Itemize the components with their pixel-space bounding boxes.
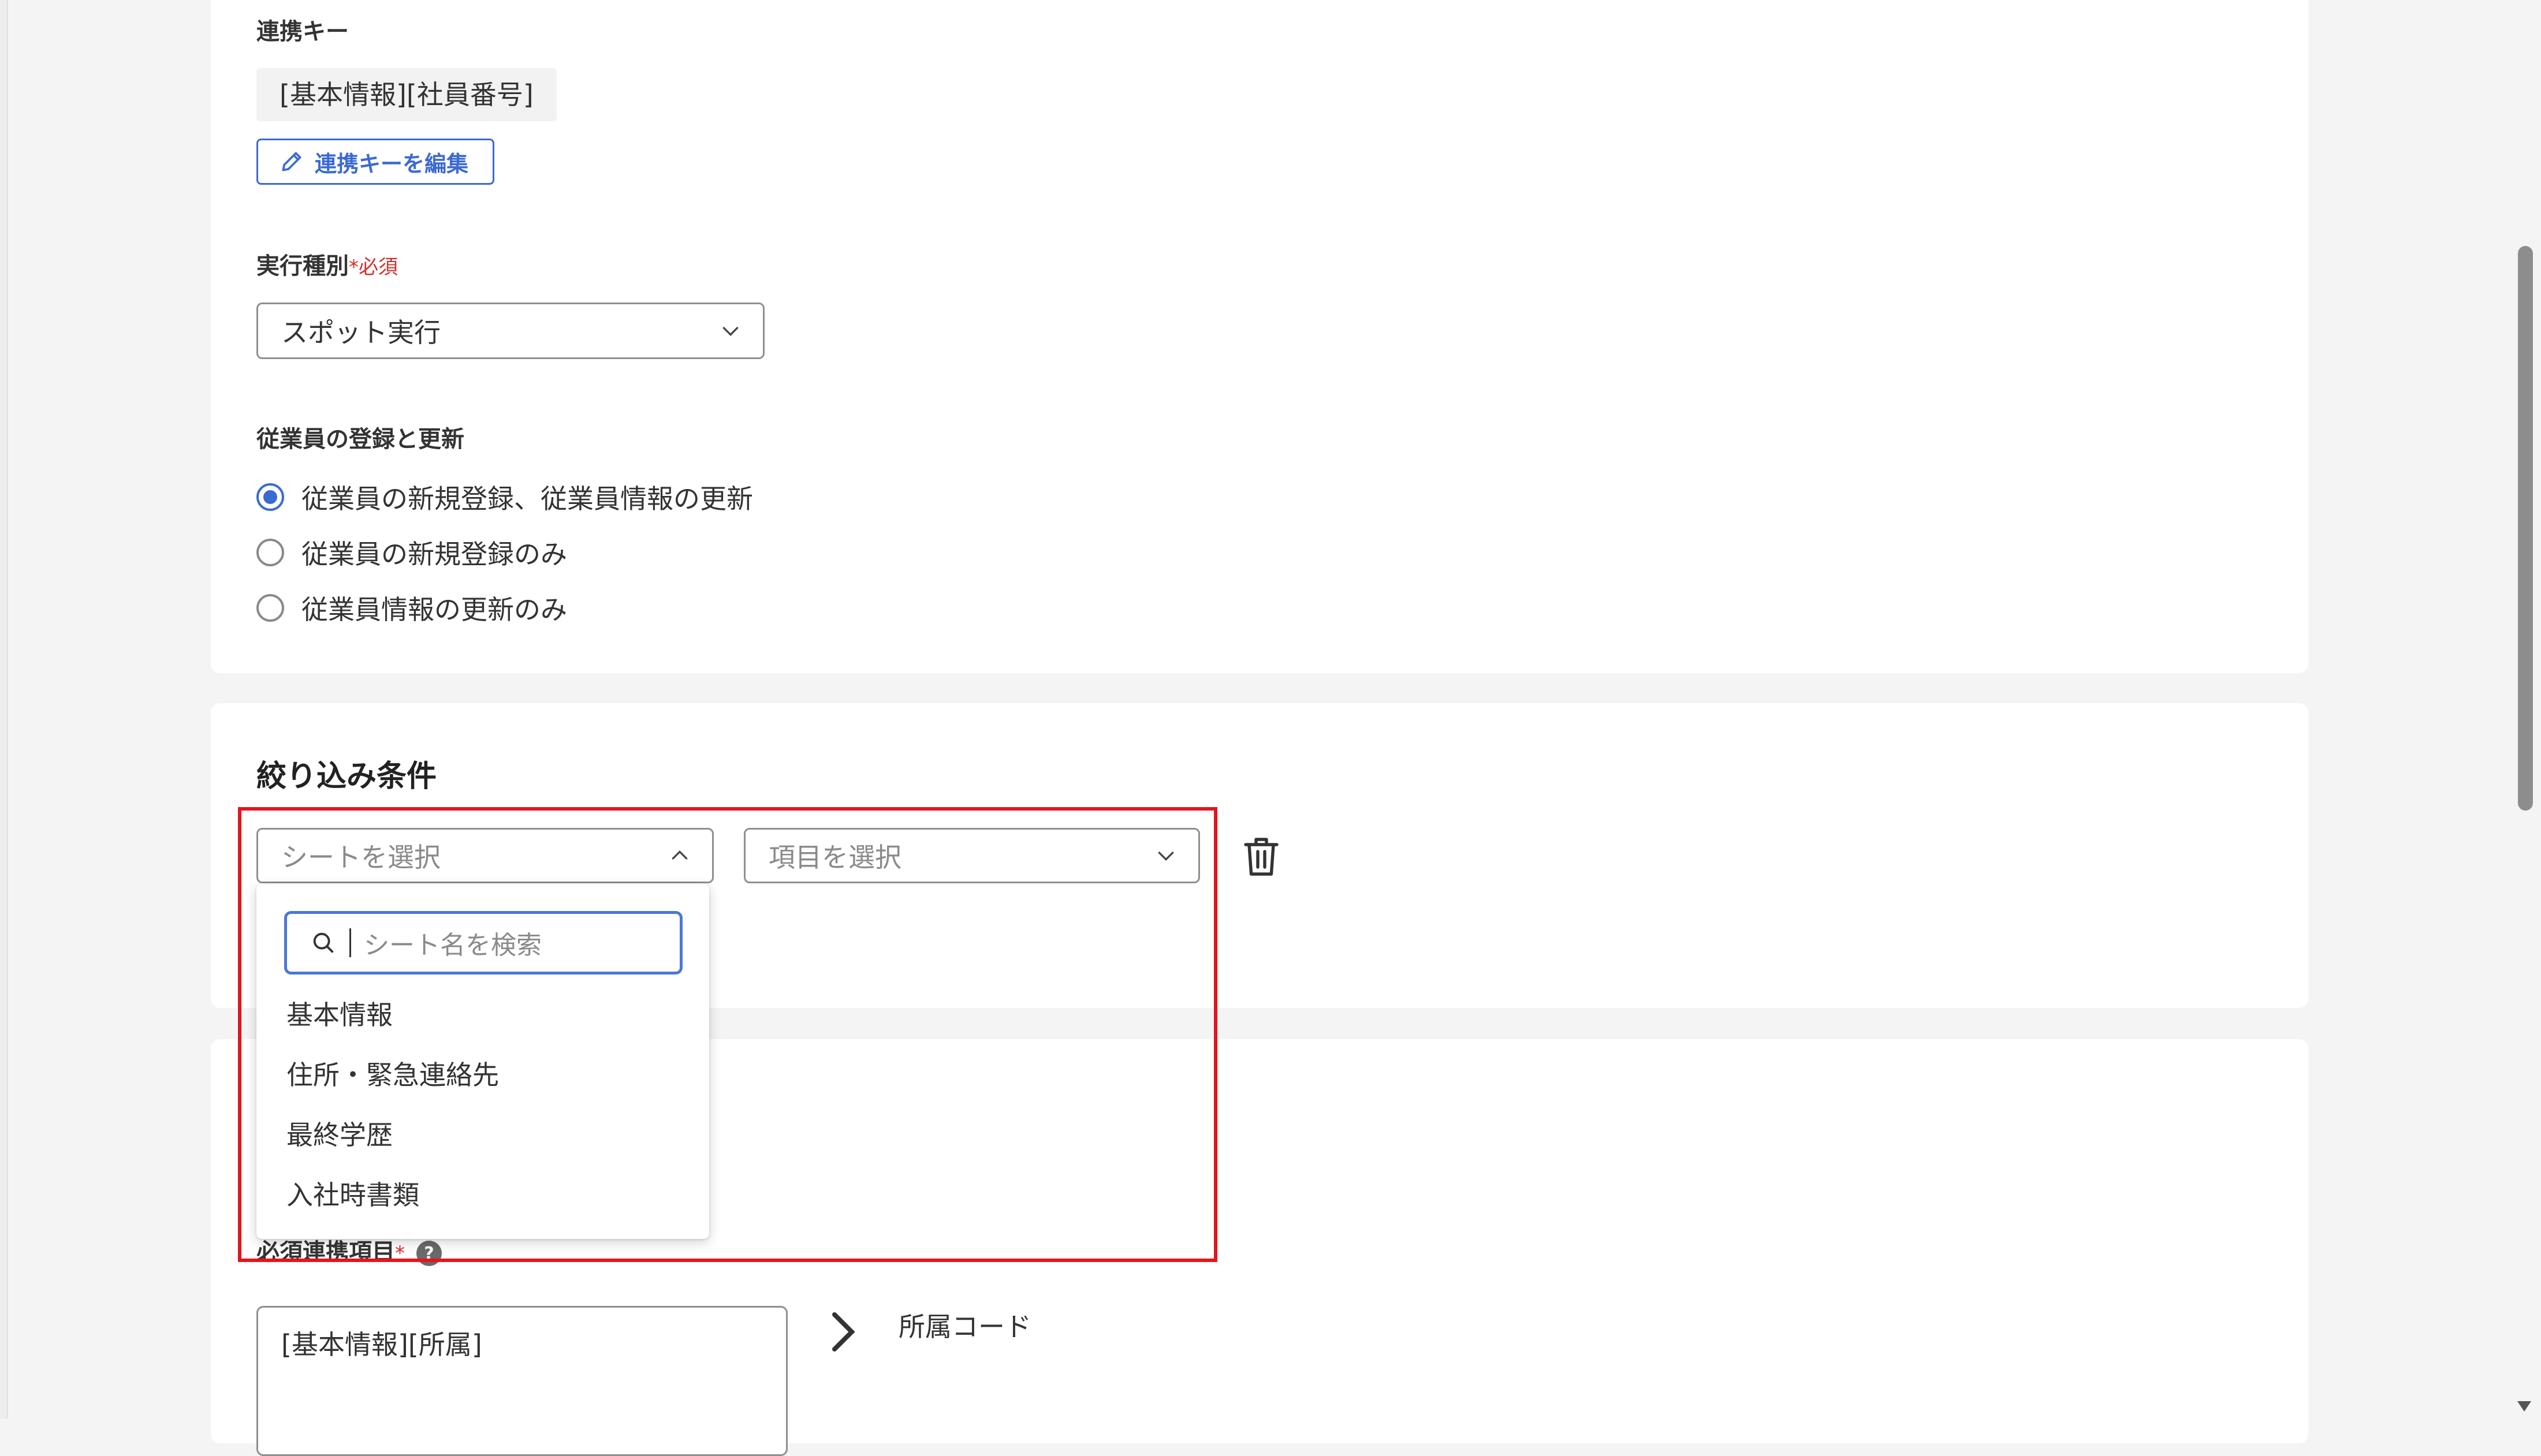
sheet-select-placeholder: シートを選択 (281, 842, 441, 873)
sheet-option-basic-info[interactable]: 基本情報 (286, 994, 393, 1032)
sheet-search-placeholder: シート名を検索 (364, 931, 542, 960)
sheet-select[interactable]: シートを選択 (256, 828, 714, 883)
text-caret (349, 928, 351, 957)
radio-update-only[interactable]: 従業員情報の更新のみ (256, 589, 567, 627)
page-left-edge (0, 0, 8, 1418)
chevron-down-icon (1154, 844, 1178, 867)
required-item-source-field[interactable]: [基本情報][所属] (256, 1306, 788, 1456)
filter-conditions-title: 絞り込み条件 (256, 759, 437, 794)
employee-registration-label: 従業員の登録と更新 (256, 426, 464, 453)
edit-linkage-key-button[interactable]: 連携キーを編集 (256, 139, 494, 185)
linkage-key-label: 連携キー (256, 18, 349, 45)
execution-type-label: 実行種別*必須 (256, 247, 398, 281)
execution-type-label-text: 実行種別 (256, 253, 349, 279)
chevron-down-icon (719, 319, 742, 342)
pencil-icon (279, 149, 304, 174)
chevron-up-icon (668, 844, 691, 867)
sheet-option-education[interactable]: 最終学歴 (286, 1114, 393, 1152)
sheet-option-onboarding-docs[interactable]: 入社時書類 (286, 1174, 419, 1212)
required-mark: * (395, 1242, 405, 1265)
item-select-placeholder: 項目を選択 (769, 842, 901, 873)
scroll-down-arrow-icon[interactable] (2516, 1399, 2533, 1413)
execution-type-value: スポット実行 (281, 317, 441, 348)
required-mark: * (349, 256, 359, 279)
sheet-search-input[interactable]: シート名を検索 (284, 911, 683, 975)
radio-label: 従業員情報の更新のみ (301, 594, 567, 625)
radio-button[interactable] (256, 539, 284, 566)
help-icon[interactable]: ? (416, 1241, 442, 1266)
edit-linkage-key-label: 連携キーを編集 (315, 151, 469, 177)
radio-register-only[interactable]: 従業員の新規登録のみ (256, 533, 567, 572)
trash-icon[interactable] (1240, 834, 1282, 880)
scrollbar-thumb[interactable] (2518, 246, 2533, 811)
mapped-target-label: 所属コード (899, 1311, 1031, 1342)
sheet-dropdown-panel: シート名を検索 基本情報 住所・緊急連絡先 最終学歴 入社時書類 (256, 883, 709, 1239)
sheet-option-address-emergency[interactable]: 住所・緊急連絡先 (286, 1054, 499, 1092)
radio-button[interactable] (256, 594, 284, 622)
search-icon (310, 929, 337, 956)
required-link-items-label-text: 必須連携項目 (256, 1239, 395, 1265)
radio-label: 従業員の新規登録、従業員情報の更新 (301, 483, 753, 514)
linkage-key-value: [基本情報][社員番号] (256, 68, 557, 121)
radio-register-and-update[interactable]: 従業員の新規登録、従業員情報の更新 (256, 478, 753, 516)
radio-button-checked[interactable] (256, 483, 284, 511)
radio-label: 従業員の新規登録のみ (301, 539, 567, 570)
chevron-right-icon (826, 1306, 860, 1358)
execution-type-select[interactable]: スポット実行 (256, 303, 765, 359)
required-text: 必須 (359, 256, 398, 279)
item-select[interactable]: 項目を選択 (744, 828, 1200, 883)
